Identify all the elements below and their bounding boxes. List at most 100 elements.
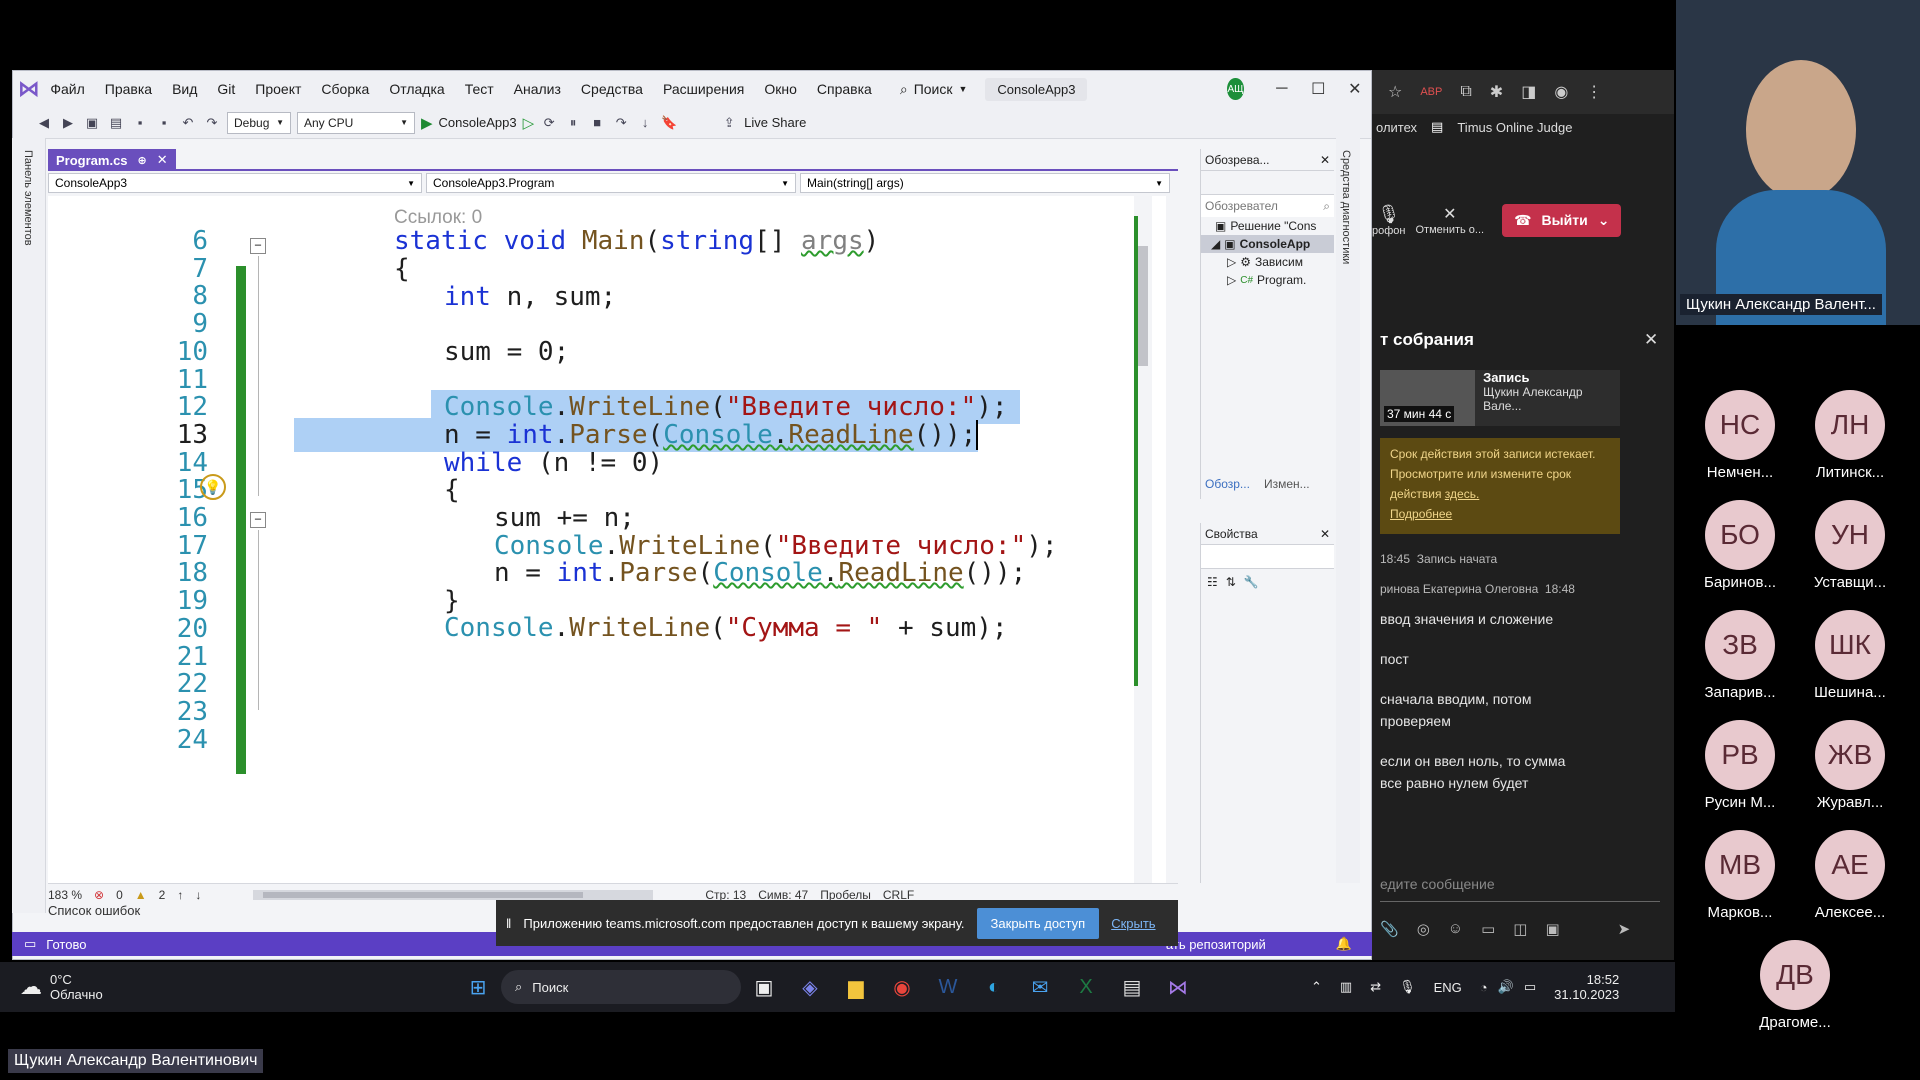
emoji-icon[interactable]: ☺	[1448, 920, 1463, 938]
mail-icon[interactable]: ✉	[1022, 969, 1058, 1005]
attach-icon[interactable]: 📎	[1380, 920, 1399, 938]
excel-icon[interactable]: X	[1068, 969, 1104, 1005]
mic-control[interactable]: 🎙 рофон	[1372, 204, 1405, 237]
code-editor[interactable]: 6 7 8 9 10 11 12 13 14 15 16 17 18 19 20 21 22 23 24 − − 💡…	[48, 196, 1166, 883]
language-indicator[interactable]: ENG	[1434, 980, 1462, 995]
extension-icon[interactable]: ⧉	[1460, 83, 1471, 101]
star-icon[interactable]: ☆	[1388, 82, 1402, 102]
expand-icon[interactable]: ◢	[1211, 237, 1220, 251]
send-icon[interactable]: ➤	[1618, 920, 1631, 938]
chevron-up-icon[interactable]: ⌃	[1311, 979, 1322, 995]
sticker-icon[interactable]: ◫	[1513, 920, 1527, 938]
tab-program-cs[interactable]: Program.cs ⊕ ✕	[48, 149, 176, 171]
collapse-while-icon[interactable]: −	[250, 512, 266, 528]
expiry-link[interactable]: здесь.	[1445, 487, 1480, 501]
maximize-button[interactable]: ☐	[1300, 79, 1337, 99]
stop-sharing-button[interactable]: Закрыть доступ	[976, 907, 1100, 939]
menu-debug[interactable]: Отладка	[379, 81, 454, 97]
more-info-link[interactable]: Подробнее	[1390, 507, 1452, 521]
tab-git-changes[interactable]: Измен...	[1264, 477, 1310, 491]
open-folder-icon[interactable]: ▤	[107, 114, 125, 132]
down-arrow-icon[interactable]: ↓	[195, 888, 201, 902]
cancel-control[interactable]: ✕ Отменить о...	[1415, 204, 1484, 236]
volume-icon[interactable]: 🔊	[1498, 979, 1514, 995]
scrollbar-thumb[interactable]	[1138, 246, 1148, 366]
stop-icon[interactable]: ■	[588, 114, 606, 132]
up-arrow-icon[interactable]: ↑	[177, 888, 183, 902]
menu-view[interactable]: Вид	[162, 81, 207, 97]
tree-solution[interactable]: ▣ Решение "Cons	[1201, 217, 1334, 235]
close-icon[interactable]: ✕	[1320, 527, 1330, 541]
start-without-debug-icon[interactable]: ▷	[523, 114, 535, 132]
more-icon[interactable]: ⋮	[1586, 82, 1602, 102]
collapse-icon[interactable]: ▷	[1227, 273, 1236, 287]
task-view-icon[interactable]: ▣	[746, 969, 782, 1005]
participant-tile[interactable]: МВ Марков...	[1690, 830, 1790, 921]
edge-icon[interactable]: ◐	[976, 969, 1012, 1005]
menu-file[interactable]: Файл	[40, 81, 94, 97]
tree-dependencies[interactable]: ▷ ⚙ Зависим	[1201, 253, 1334, 271]
hide-banner-link[interactable]: Скрыть	[1111, 916, 1155, 931]
platform-select[interactable]: Any CPU ▼	[297, 111, 415, 134]
step-into-icon[interactable]: ↓	[636, 114, 654, 132]
member-dropdown[interactable]: Main(string[] args) ▼	[800, 173, 1170, 193]
close-tab-icon[interactable]: ✕	[157, 152, 168, 168]
participant-tile[interactable]: ШК Шешина...	[1800, 610, 1900, 701]
menu-tools[interactable]: Средства	[571, 81, 653, 97]
redo-icon[interactable]: ↷	[203, 114, 221, 132]
editor-vertical-scrollbar[interactable]	[1134, 196, 1152, 883]
chevron-down-icon[interactable]: ⌄	[1598, 212, 1610, 229]
taskbar-search[interactable]: ⌕ Поиск	[501, 970, 741, 1004]
tree-project[interactable]: ◢ ▣ ConsoleApp	[1201, 235, 1334, 253]
compose-input[interactable]: едите сообщение	[1380, 866, 1660, 902]
menu-build[interactable]: Сборка	[311, 81, 379, 97]
video-message-icon[interactable]: ▣	[1545, 920, 1559, 938]
word-icon[interactable]: W	[930, 969, 966, 1005]
toolbox-strip[interactable]: Панель элементов	[12, 138, 46, 913]
start-debug-icon[interactable]: ▶	[421, 114, 433, 132]
pin-icon[interactable]: ⊕	[138, 154, 147, 167]
zoom-level[interactable]: 183 %	[48, 888, 82, 902]
network-meter-icon[interactable]: ▥	[1340, 979, 1352, 995]
error-count[interactable]: 0	[116, 888, 123, 902]
collapse-icon[interactable]: ▷	[1227, 255, 1236, 269]
puzzle-icon[interactable]: ✱	[1490, 82, 1503, 102]
forward-icon[interactable]: ▶	[59, 114, 77, 132]
close-icon[interactable]: ✕	[1320, 153, 1330, 167]
properties-object-select[interactable]	[1201, 545, 1334, 569]
close-panel-icon[interactable]: ✕	[1644, 330, 1658, 350]
participant-tile[interactable]: БО Баринов...	[1690, 500, 1790, 591]
project-dropdown[interactable]: ConsoleApp3 ▼	[48, 173, 422, 193]
recording-card[interactable]: 37 мин 44 с Запись Щукин Александр Вале..…	[1380, 370, 1620, 426]
account-avatar[interactable]: АЩ	[1227, 78, 1244, 100]
leave-button[interactable]: ☎ Выйти ⌄	[1502, 203, 1622, 237]
start-icon[interactable]: ⊞	[460, 969, 496, 1005]
loop-icon[interactable]: ◎	[1417, 920, 1430, 938]
solution-search-input[interactable]: Обозревател ⌕	[1201, 195, 1334, 217]
bookmark-icon[interactable]: 🔖	[660, 114, 678, 132]
close-button[interactable]: ✕	[1337, 79, 1371, 99]
alphabetical-icon[interactable]: ⇅	[1226, 575, 1236, 589]
tree-program-file[interactable]: ▷ C# Program.	[1201, 271, 1334, 289]
share-icon[interactable]: ⇄	[1370, 979, 1381, 995]
back-icon[interactable]: ◀	[35, 114, 53, 132]
menu-extensions[interactable]: Расширения	[653, 81, 754, 97]
class-dropdown[interactable]: ConsoleApp3.Program ▼	[426, 173, 796, 193]
step-over-icon[interactable]: ↷	[612, 114, 630, 132]
participant-tile[interactable]: ЖВ Журавл...	[1800, 720, 1900, 811]
wifi-icon[interactable]: ◔	[1480, 980, 1488, 995]
warning-count[interactable]: 2	[159, 888, 166, 902]
error-list-tab[interactable]: Список ошибок	[48, 903, 140, 918]
menu-test[interactable]: Тест	[455, 81, 504, 97]
menu-window[interactable]: Окно	[754, 81, 807, 97]
tab-solution-explorer[interactable]: Обозр...	[1205, 477, 1250, 491]
undo-icon[interactable]: ↶	[179, 114, 197, 132]
menu-analyze[interactable]: Анализ	[504, 81, 571, 97]
notepad-icon[interactable]: ▤	[1114, 969, 1150, 1005]
categorized-icon[interactable]: ☷	[1207, 575, 1218, 589]
participant-tile[interactable]: ЛН Литинск...	[1800, 390, 1900, 481]
participant-tile[interactable]: УН Уставщи...	[1800, 500, 1900, 591]
bookmark-timus[interactable]: Timus Online Judge	[1457, 120, 1572, 135]
save-icon[interactable]: ▪	[131, 114, 149, 132]
visual-studio-taskbar-icon[interactable]: ⋈	[1160, 969, 1196, 1005]
